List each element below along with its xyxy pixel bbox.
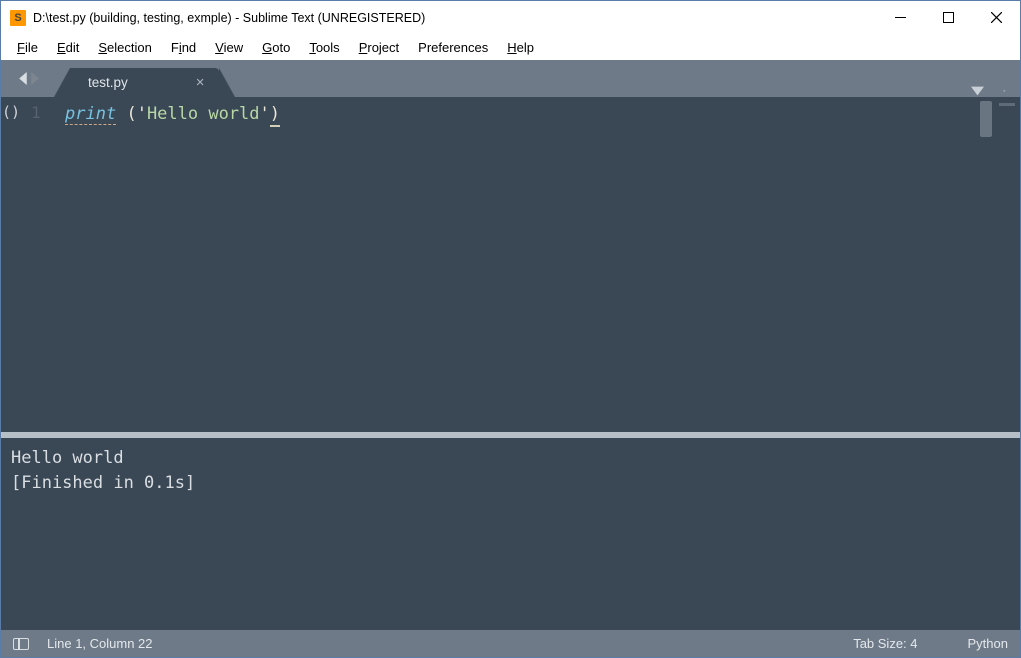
code-area[interactable]: print ('Hello world') bbox=[51, 97, 979, 432]
token-paren-close: ) bbox=[270, 104, 280, 127]
tab-strip: test.py × · bbox=[1, 60, 1020, 97]
token-string: Hello world bbox=[147, 104, 260, 124]
menu-project[interactable]: Project bbox=[350, 37, 408, 58]
scrollbar-thumb[interactable] bbox=[980, 101, 992, 137]
line-number-gutter[interactable]: 1 bbox=[21, 97, 51, 432]
status-cursor-pos[interactable]: Line 1, Column 22 bbox=[47, 636, 153, 651]
window-title: D:\test.py (building, testing, exmple) -… bbox=[33, 11, 876, 25]
editor-scrollbar[interactable] bbox=[979, 97, 993, 432]
status-syntax[interactable]: Python bbox=[968, 636, 1008, 651]
token-function: print bbox=[65, 104, 116, 125]
close-button[interactable] bbox=[972, 1, 1020, 34]
editor[interactable]: () 1 print ('Hello world') bbox=[1, 97, 1020, 432]
nav-prev-icon bbox=[19, 72, 28, 85]
menu-file[interactable]: File bbox=[8, 37, 47, 58]
tabs-dropdown-icon[interactable] bbox=[971, 86, 984, 96]
tab-label: test.py bbox=[88, 75, 128, 90]
menubar: File Edit Selection Find View Goto Tools… bbox=[1, 34, 1020, 60]
menu-view[interactable]: View bbox=[206, 37, 252, 58]
status-tab-size[interactable]: Tab Size: 4 bbox=[853, 636, 917, 651]
nav-next-icon bbox=[30, 72, 39, 85]
sublime-window: S D:\test.py (building, testing, exmple)… bbox=[0, 0, 1021, 658]
minimize-button[interactable] bbox=[876, 1, 924, 34]
minimap-line bbox=[999, 103, 1015, 106]
build-output[interactable]: Hello world [Finished in 0.1s] bbox=[1, 438, 1020, 630]
tab-close-icon[interactable]: × bbox=[196, 75, 205, 90]
menu-preferences[interactable]: Preferences bbox=[409, 37, 497, 58]
menu-find[interactable]: Find bbox=[162, 37, 205, 58]
minimap[interactable] bbox=[996, 97, 1020, 432]
output-line: [Finished in 0.1s] bbox=[11, 473, 195, 493]
tab-nav-arrows[interactable] bbox=[1, 60, 56, 97]
panel-switcher-icon[interactable] bbox=[13, 638, 29, 650]
output-line: Hello world bbox=[11, 448, 124, 468]
tab-test-py[interactable]: test.py × bbox=[70, 68, 219, 97]
window-controls bbox=[876, 1, 1020, 34]
token-quote: ' bbox=[137, 104, 147, 124]
fold-gutter[interactable]: () bbox=[1, 97, 21, 432]
token-paren-open: ( bbox=[126, 104, 136, 124]
menu-edit[interactable]: Edit bbox=[48, 37, 88, 58]
menu-selection[interactable]: Selection bbox=[89, 37, 160, 58]
menu-goto[interactable]: Goto bbox=[253, 37, 299, 58]
statusbar: Line 1, Column 22 Tab Size: 4 Python bbox=[1, 630, 1020, 657]
tabs-overflow-icon[interactable]: · bbox=[1002, 85, 1008, 97]
titlebar[interactable]: S D:\test.py (building, testing, exmple)… bbox=[1, 1, 1020, 34]
maximize-button[interactable] bbox=[924, 1, 972, 34]
line-number: 1 bbox=[31, 103, 41, 122]
app-icon: S bbox=[10, 10, 26, 26]
token-quote: ' bbox=[260, 104, 270, 124]
menu-tools[interactable]: Tools bbox=[300, 37, 348, 58]
menu-help[interactable]: Help bbox=[498, 37, 543, 58]
